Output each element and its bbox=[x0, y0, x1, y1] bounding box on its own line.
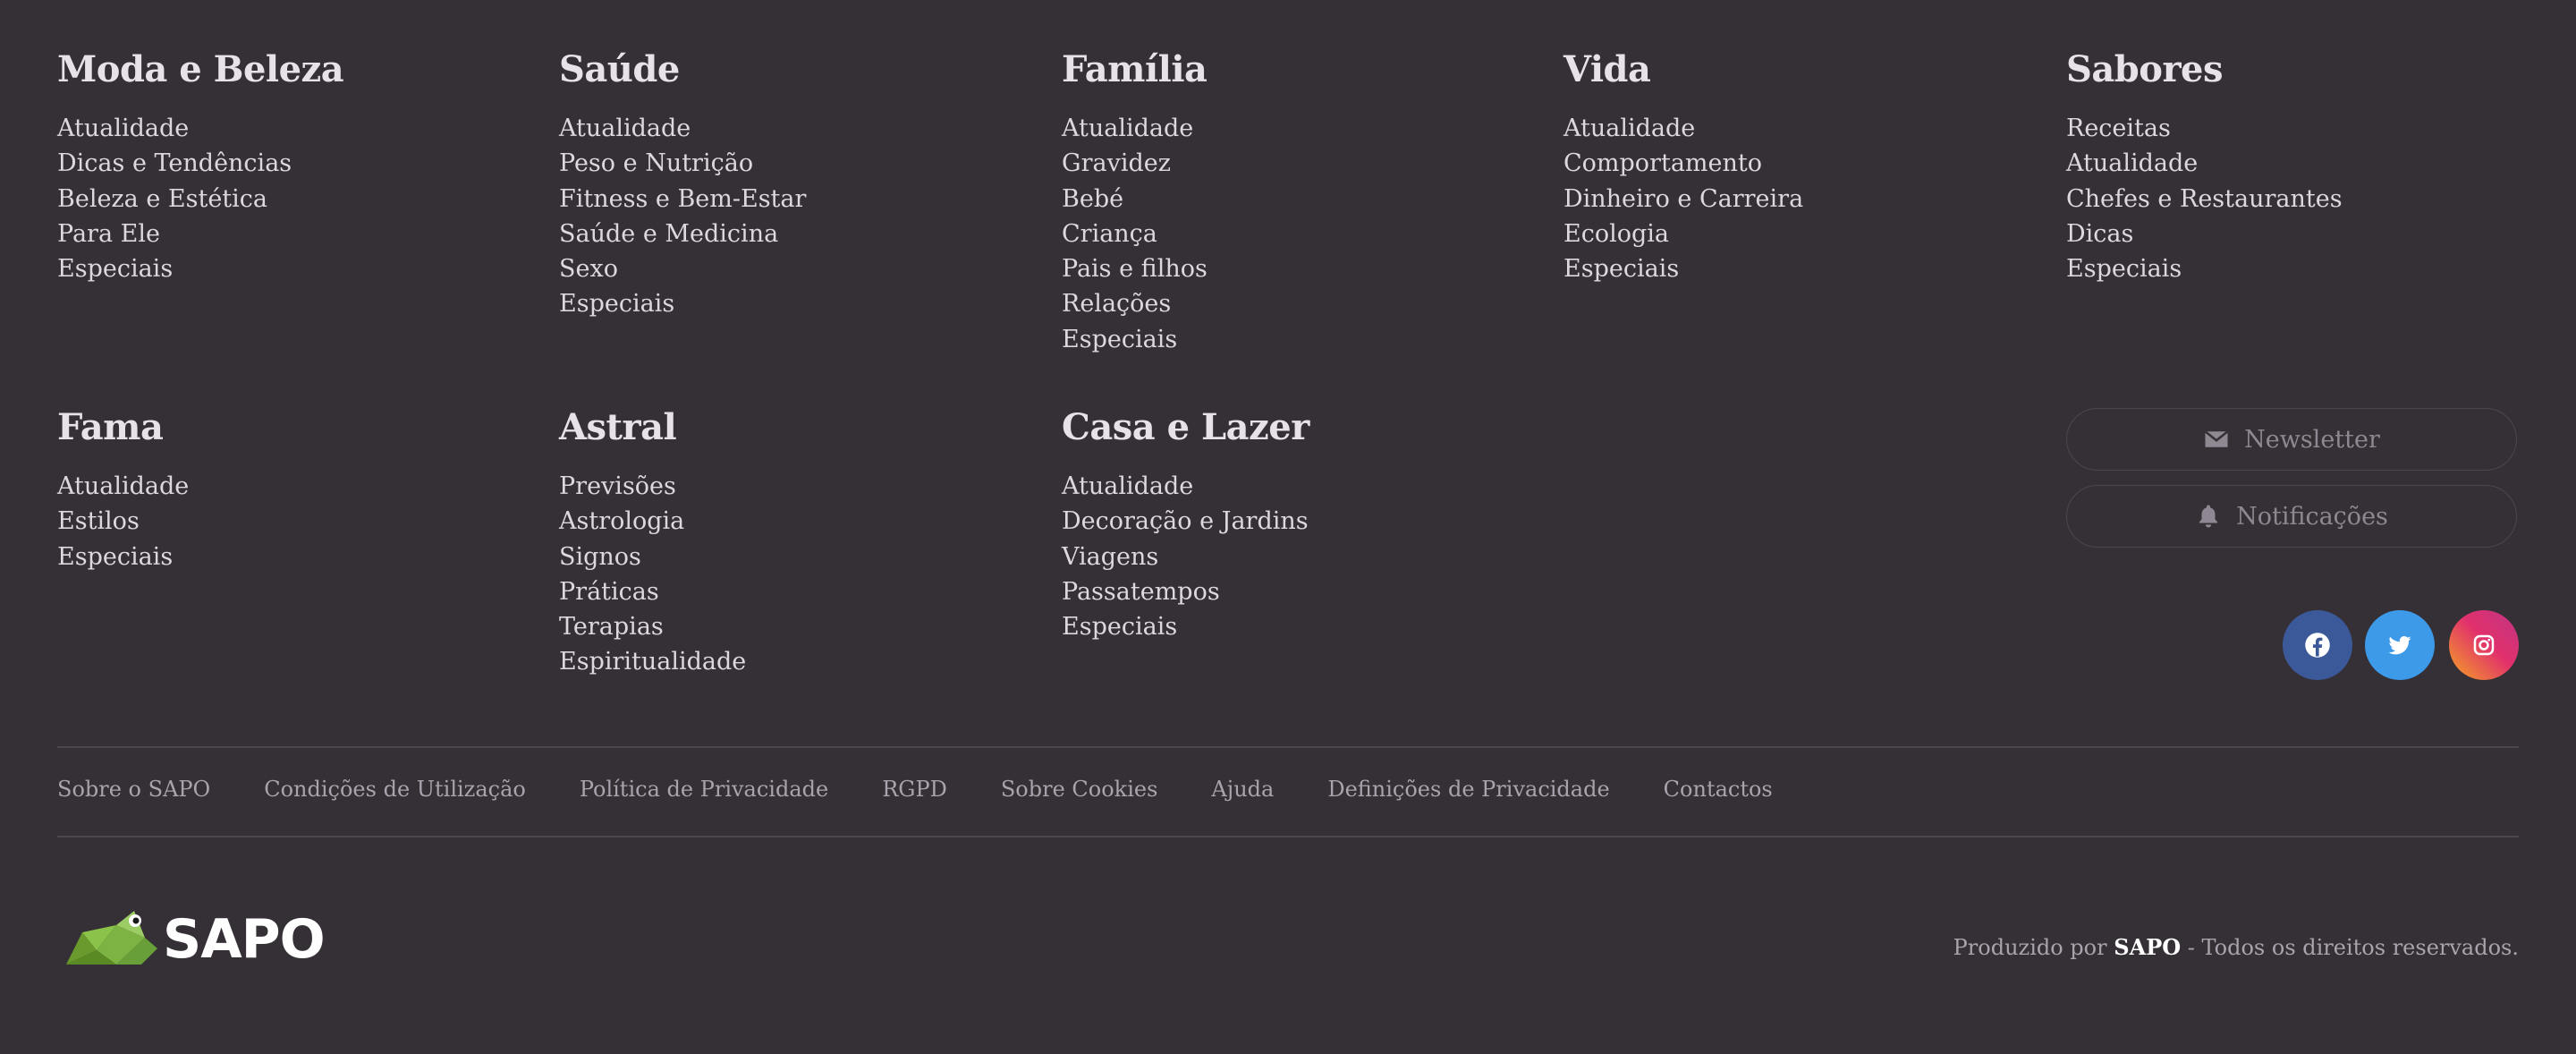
section-link: Relações bbox=[1062, 290, 1172, 319]
twitter-button[interactable] bbox=[2365, 610, 2435, 680]
legal-link-condicoes[interactable]: Condições de Utilização bbox=[264, 777, 526, 802]
section-link: Para Ele bbox=[57, 219, 160, 248]
copyright: Produzido por SAPO - Todos os direitos r… bbox=[1953, 934, 2519, 960]
section-link: Atualidade bbox=[1563, 115, 1696, 142]
section-link: Atualidade bbox=[2066, 149, 2199, 178]
legal-link-privacidade[interactable]: Política de Privacidade bbox=[580, 777, 828, 802]
section-link: Ecologia bbox=[1563, 219, 1669, 248]
section-link: Especiais bbox=[57, 255, 174, 284]
section-link: Dinheiro e Carreira bbox=[1563, 184, 1804, 213]
section-link: Práticas bbox=[559, 577, 659, 606]
legal-link-contactos[interactable]: Contactos bbox=[1664, 777, 1773, 802]
section-link: Especiais bbox=[2066, 255, 2182, 284]
section-link: Previsões bbox=[559, 472, 676, 500]
footer-section-vida: Vida Atualidade Comportamento Dinheiro e… bbox=[1563, 52, 2029, 286]
section-link: Atualidade bbox=[1062, 115, 1194, 142]
section-title[interactable]: Fama bbox=[57, 410, 522, 446]
footer-section-fama: Fama Atualidade Estilos Especiais bbox=[57, 410, 522, 574]
instagram-button[interactable] bbox=[2449, 610, 2519, 680]
section-link: Terapias bbox=[559, 613, 664, 642]
section-link: Sexo bbox=[559, 255, 618, 284]
site-footer: Moda e Beleza Atualidade Dicas e Tendênc… bbox=[0, 0, 2576, 1054]
notifications-label: Notificações bbox=[2236, 502, 2388, 531]
section-link: Espiritualidade bbox=[559, 648, 747, 676]
section-title[interactable]: Moda e Beleza bbox=[57, 52, 522, 88]
sapo-logo[interactable]: SAPO bbox=[63, 905, 326, 971]
newsletter-button[interactable]: Newsletter bbox=[2066, 408, 2517, 471]
section-link: Especiais bbox=[1062, 613, 1178, 642]
section-link: Atualidade bbox=[559, 115, 691, 142]
section-link: Atualidade bbox=[57, 115, 190, 142]
footer-section-moda-e-beleza: Moda e Beleza Atualidade Dicas e Tendênc… bbox=[57, 52, 522, 286]
section-link: Dicas e Tendências bbox=[57, 149, 292, 178]
section-link: Pais e filhos bbox=[1062, 255, 1208, 284]
footer-section-astral: Astral Previsões Astrologia Signos Práti… bbox=[559, 410, 1024, 680]
section-link: Estilos bbox=[57, 507, 140, 536]
envelope-icon bbox=[2204, 430, 2229, 447]
frog-icon bbox=[66, 911, 157, 965]
bell-icon bbox=[2199, 505, 2218, 528]
footer-section-familia: Família Atualidade Gravidez Bebé Criança… bbox=[1062, 52, 1527, 357]
newsletter-label: Newsletter bbox=[2244, 425, 2380, 454]
section-title[interactable]: Casa e Lazer bbox=[1062, 410, 1527, 446]
section-link: Criança bbox=[1062, 219, 1157, 248]
section-link: Atualidade bbox=[1062, 472, 1194, 500]
brand-name: SAPO bbox=[163, 908, 326, 971]
section-link: Comportamento bbox=[1563, 149, 1762, 178]
section-link: Chefes e Restaurantes bbox=[2066, 184, 2343, 213]
footer-section-sabores: Sabores Receitas Atualidade Chefes e Res… bbox=[2066, 52, 2531, 286]
footer-section-casa-e-lazer: Casa e Lazer Atualidade Decoração e Jard… bbox=[1062, 410, 1527, 644]
section-link: Passatempos bbox=[1062, 577, 1220, 606]
facebook-button[interactable] bbox=[2283, 610, 2352, 680]
section-link: Especiais bbox=[57, 542, 174, 571]
legal-link-sobre-o-sapo[interactable]: Sobre o SAPO bbox=[57, 777, 210, 802]
section-link: Viagens bbox=[1062, 542, 1159, 571]
section-link: Decoração e Jardins bbox=[1062, 507, 1309, 536]
copyright-brand: SAPO bbox=[2114, 934, 2182, 960]
section-title[interactable]: Astral bbox=[559, 410, 1024, 446]
section-link: Especiais bbox=[559, 290, 675, 319]
legal-link-cookies[interactable]: Sobre Cookies bbox=[1001, 777, 1158, 802]
section-link: Especiais bbox=[1062, 325, 1178, 353]
notifications-button[interactable]: Notificações bbox=[2066, 485, 2517, 548]
section-link: Dicas bbox=[2066, 219, 2134, 248]
instagram-icon bbox=[2473, 634, 2495, 656]
section-link: Receitas bbox=[2066, 115, 2171, 142]
section-title[interactable]: Vida bbox=[1563, 52, 2029, 88]
footer-section-saude: Saúde Atualidade Peso e Nutrição Fitness… bbox=[559, 52, 1024, 322]
section-link: Gravidez bbox=[1062, 149, 1171, 178]
facebook-icon bbox=[2305, 633, 2330, 658]
section-link: Atualidade bbox=[57, 472, 190, 500]
section-link: Especiais bbox=[1563, 255, 1680, 284]
legal-link-ajuda[interactable]: Ajuda bbox=[1211, 777, 1274, 802]
section-link: Saúde e Medicina bbox=[559, 219, 779, 248]
section-link: Signos bbox=[559, 542, 641, 571]
section-link: Beleza e Estética bbox=[57, 184, 267, 213]
section-title[interactable]: Sabores bbox=[2066, 52, 2531, 88]
section-link: Fitness e Bem-Estar bbox=[559, 184, 807, 213]
twitter-icon bbox=[2388, 635, 2411, 655]
section-link: Bebé bbox=[1062, 184, 1124, 213]
section-title[interactable]: Família bbox=[1062, 52, 1527, 88]
legal-link-rgpd[interactable]: RGPD bbox=[882, 777, 947, 802]
section-link: Peso e Nutrição bbox=[559, 149, 754, 178]
section-title[interactable]: Saúde bbox=[559, 52, 1024, 88]
divider bbox=[57, 746, 2519, 748]
divider bbox=[57, 836, 2519, 837]
section-link: Astrologia bbox=[559, 507, 685, 536]
legal-links: Sobre o SAPO Condições de Utilização Pol… bbox=[57, 777, 1773, 802]
legal-link-definicoes-privacidade[interactable]: Definições de Privacidade bbox=[1327, 777, 1609, 802]
